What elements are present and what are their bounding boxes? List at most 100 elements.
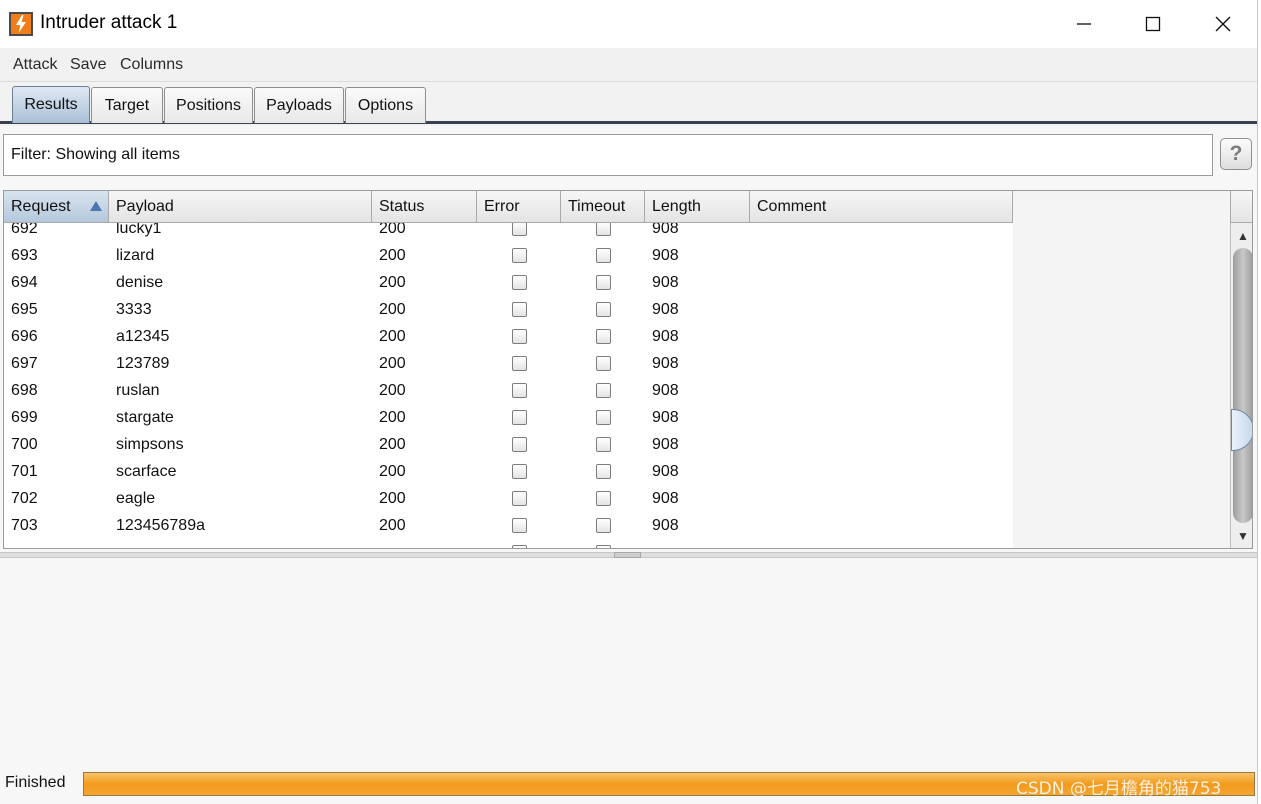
close-button[interactable]: [1188, 0, 1257, 48]
scroll-track[interactable]: [1233, 248, 1252, 523]
timeout-checkbox[interactable]: [596, 383, 611, 398]
tab-results[interactable]: Results: [12, 86, 90, 123]
filter-bar[interactable]: Filter: Showing all items: [3, 134, 1213, 176]
timeout-checkbox[interactable]: [596, 491, 611, 506]
column-header-request[interactable]: Request: [4, 191, 109, 223]
column-header-label: Request: [11, 198, 71, 215]
tab-target[interactable]: Target: [91, 87, 163, 123]
error-checkbox[interactable]: [512, 223, 527, 236]
cell-status: 200: [379, 223, 406, 237]
cell-request: 693: [11, 247, 38, 264]
error-checkbox[interactable]: [512, 437, 527, 452]
error-checkbox[interactable]: [512, 356, 527, 371]
menu-bar: Attack Save Columns: [0, 48, 1257, 82]
error-checkbox[interactable]: [512, 275, 527, 290]
timeout-checkbox[interactable]: [596, 329, 611, 344]
tab-payloads[interactable]: Payloads: [254, 87, 344, 123]
table-row[interactable]: 693 lizard 200 908: [4, 242, 1013, 269]
request-response-pane: [0, 560, 1257, 768]
menu-save[interactable]: Save: [70, 56, 106, 74]
column-header-error[interactable]: Error: [477, 191, 561, 223]
cell-length: 908: [652, 463, 679, 480]
error-checkbox[interactable]: [512, 248, 527, 263]
vertical-scrollbar[interactable]: ▲ ▼: [1230, 223, 1252, 548]
watermark-text: CSDN @七月檐角的猫753: [1016, 779, 1222, 799]
error-checkbox[interactable]: [512, 518, 527, 533]
cell-length: 908: [652, 517, 679, 534]
table-row[interactable]: 702 eagle 200 908: [4, 485, 1013, 512]
error-checkbox[interactable]: [512, 491, 527, 506]
timeout-checkbox[interactable]: [596, 518, 611, 533]
help-button[interactable]: ?: [1220, 138, 1252, 170]
cell-length: 908: [652, 382, 679, 399]
results-table: Request Payload Status Error Timeout Len…: [3, 190, 1253, 549]
cell-request: 702: [11, 490, 38, 507]
cell-status: 200: [379, 274, 406, 291]
status-text: Finished: [5, 774, 66, 791]
table-row[interactable]: 700 simpsons 200 908: [4, 431, 1013, 458]
table-row[interactable]: 698 ruslan 200 908: [4, 377, 1013, 404]
cell-payload: lizard: [116, 247, 155, 264]
table-row[interactable]: 695 3333 200 908: [4, 296, 1013, 323]
cell-payload: 3333: [116, 301, 152, 318]
cell-request: 698: [11, 382, 38, 399]
table-header: Request Payload Status Error Timeout Len…: [4, 191, 1013, 223]
maximize-icon: [1145, 16, 1161, 32]
cell-length: 908: [652, 274, 679, 291]
cell-payload: stargate: [116, 409, 174, 426]
table-row[interactable]: 703 123456789a 200 908: [4, 512, 1013, 539]
cell-length: 908: [652, 247, 679, 264]
tab-options[interactable]: Options: [345, 87, 426, 123]
tab-positions[interactable]: Positions: [164, 87, 253, 123]
timeout-checkbox[interactable]: [596, 437, 611, 452]
cell-payload: 123456789a: [116, 517, 205, 534]
cell-request: 699: [11, 409, 38, 426]
arrow-down-icon: ▼: [1237, 529, 1249, 543]
timeout-checkbox[interactable]: [596, 356, 611, 371]
scroll-up-button[interactable]: ▲: [1233, 225, 1252, 247]
timeout-checkbox[interactable]: [596, 410, 611, 425]
timeout-checkbox[interactable]: [596, 275, 611, 290]
table-row[interactable]: 692 lucky1 200 908: [4, 223, 1013, 242]
menu-columns[interactable]: Columns: [120, 56, 183, 74]
column-header-timeout[interactable]: Timeout: [561, 191, 645, 223]
table-row[interactable]: 701 scarface 200 908: [4, 458, 1013, 485]
maximize-button[interactable]: [1118, 0, 1188, 48]
timeout-checkbox[interactable]: [596, 248, 611, 263]
scroll-down-button[interactable]: ▼: [1233, 525, 1252, 547]
error-checkbox[interactable]: [512, 545, 527, 548]
timeout-checkbox[interactable]: [596, 464, 611, 479]
window-title: Intruder attack 1: [40, 12, 178, 33]
column-header-payload[interactable]: Payload: [109, 191, 372, 223]
timeout-checkbox[interactable]: [596, 545, 611, 548]
column-header-length[interactable]: Length: [645, 191, 750, 223]
burp-logo-icon: [9, 12, 33, 36]
intruder-window: Intruder attack 1 Attack Save Columns Re…: [0, 0, 1258, 804]
cell-payload: denise: [116, 274, 164, 291]
table-row[interactable]: 694 denise 200 908: [4, 269, 1013, 296]
column-header-comment[interactable]: Comment: [750, 191, 1013, 223]
error-checkbox[interactable]: [512, 329, 527, 344]
table-row[interactable]: 699 stargate 200 908: [4, 404, 1013, 431]
cell-payload: 123789: [116, 355, 170, 372]
help-icon: ?: [1229, 142, 1243, 165]
title-bar[interactable]: Intruder attack 1: [0, 0, 1257, 48]
error-checkbox[interactable]: [512, 410, 527, 425]
cell-status: 200: [379, 463, 406, 480]
column-header-status[interactable]: Status: [372, 191, 477, 223]
cell-request: 692: [11, 223, 38, 237]
error-checkbox[interactable]: [512, 464, 527, 479]
divider-grip-handle[interactable]: [614, 552, 641, 558]
cell-status: 200: [379, 409, 406, 426]
minimize-button[interactable]: [1049, 0, 1119, 48]
table-row[interactable]: 696 a12345 200 908: [4, 323, 1013, 350]
timeout-checkbox[interactable]: [596, 302, 611, 317]
error-checkbox[interactable]: [512, 383, 527, 398]
table-row[interactable]: [4, 539, 1013, 548]
error-checkbox[interactable]: [512, 302, 527, 317]
cell-payload: eagle: [116, 490, 156, 507]
timeout-checkbox[interactable]: [596, 223, 611, 236]
menu-attack[interactable]: Attack: [13, 56, 57, 74]
table-row[interactable]: 697 123789 200 908: [4, 350, 1013, 377]
cell-status: 200: [379, 247, 406, 264]
